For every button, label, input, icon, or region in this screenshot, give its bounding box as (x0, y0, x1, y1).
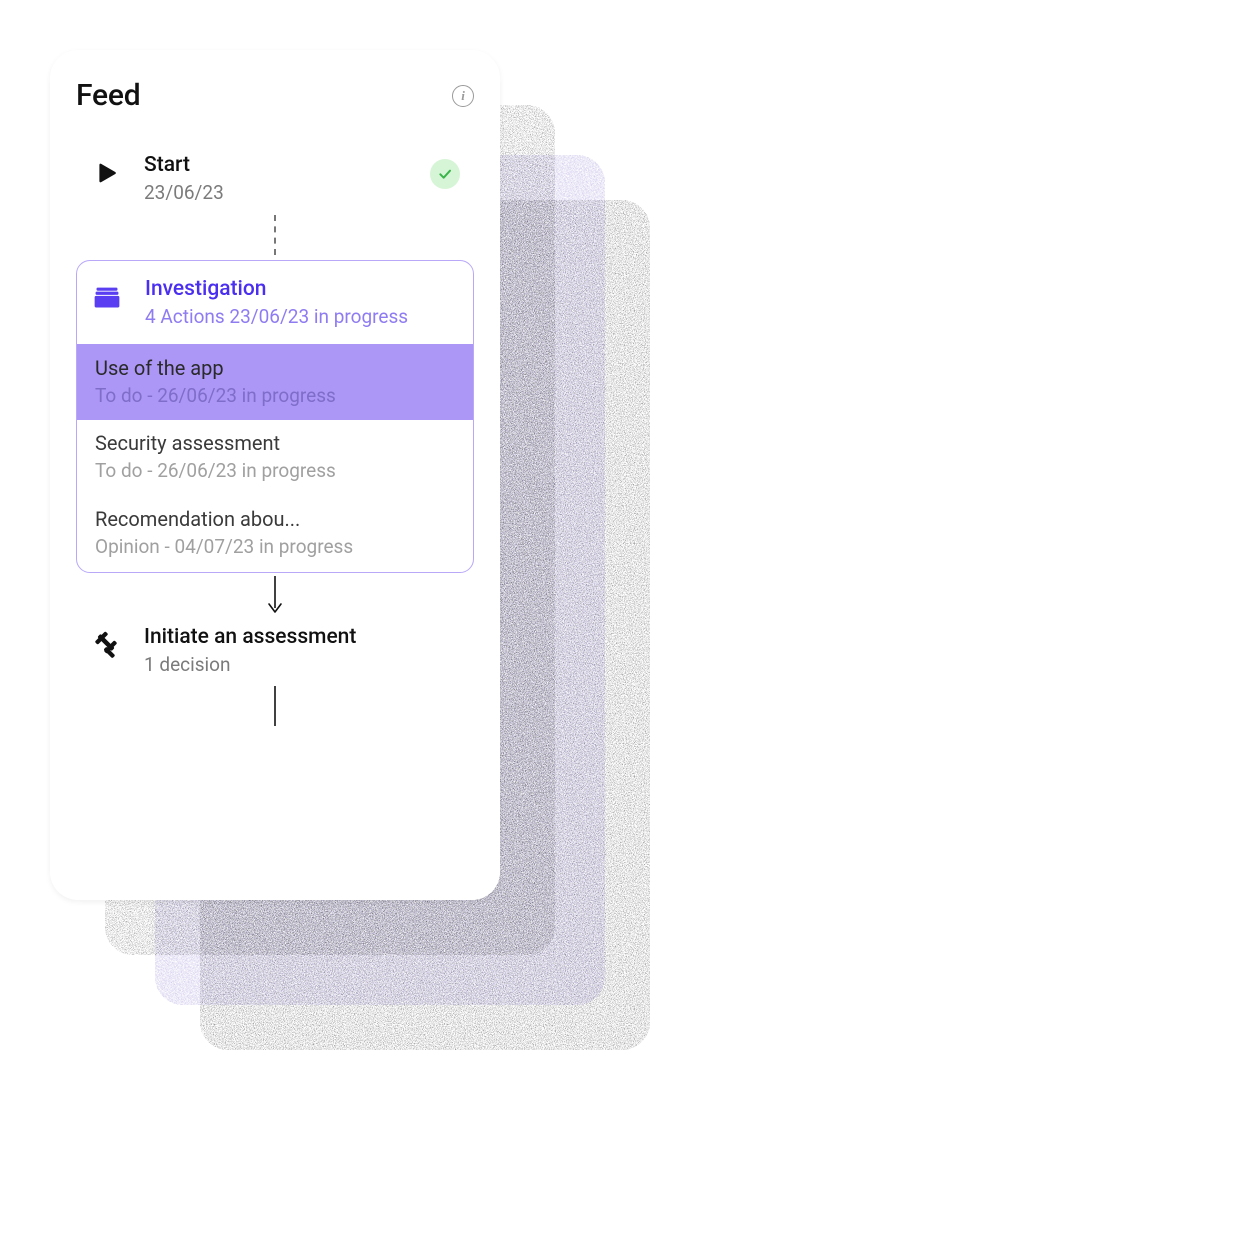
step-assessment[interactable]: Initiate an assessment 1 decision (76, 619, 474, 684)
card-title: Feed (76, 78, 140, 113)
task-title: Security assessment (95, 430, 455, 456)
investigation-meta: 4 Actions 23/06/23 in progress (145, 304, 459, 330)
step-start-date: 23/06/23 (144, 180, 408, 206)
task-title: Recomendation abou... (95, 506, 455, 532)
task-row[interactable]: Use of the app To do - 26/06/23 in progr… (77, 344, 473, 421)
folder-stack-icon (91, 281, 123, 313)
info-icon[interactable]: i (452, 85, 474, 107)
step-start-title: Start (144, 153, 408, 178)
connector-arrow (76, 573, 474, 619)
task-meta: To do - 26/06/23 in progress (95, 458, 455, 484)
investigation-header[interactable]: Investigation 4 Actions 23/06/23 in prog… (77, 261, 473, 344)
task-meta: To do - 26/06/23 in progress (95, 383, 455, 409)
task-meta: Opinion - 04/07/23 in progress (95, 534, 455, 560)
assessment-title: Initiate an assessment (144, 625, 460, 650)
step-investigation: Investigation 4 Actions 23/06/23 in prog… (76, 260, 474, 573)
status-done-badge (430, 159, 460, 189)
assessment-meta: 1 decision (144, 652, 460, 678)
task-row[interactable]: Security assessment To do - 26/06/23 in … (77, 420, 473, 496)
investigation-title: Investigation (145, 277, 459, 302)
connector-dashed (76, 212, 474, 258)
play-icon (90, 157, 122, 189)
gavel-icon (90, 629, 122, 661)
connector-tail (76, 683, 474, 729)
task-row[interactable]: Recomendation abou... Opinion - 04/07/23… (77, 496, 473, 572)
card-header: Feed i (76, 78, 474, 113)
task-title: Use of the app (95, 355, 455, 381)
step-start[interactable]: Start 23/06/23 (76, 147, 474, 212)
feed-card: Feed i Start 23/06/23 Investiga (50, 50, 500, 900)
